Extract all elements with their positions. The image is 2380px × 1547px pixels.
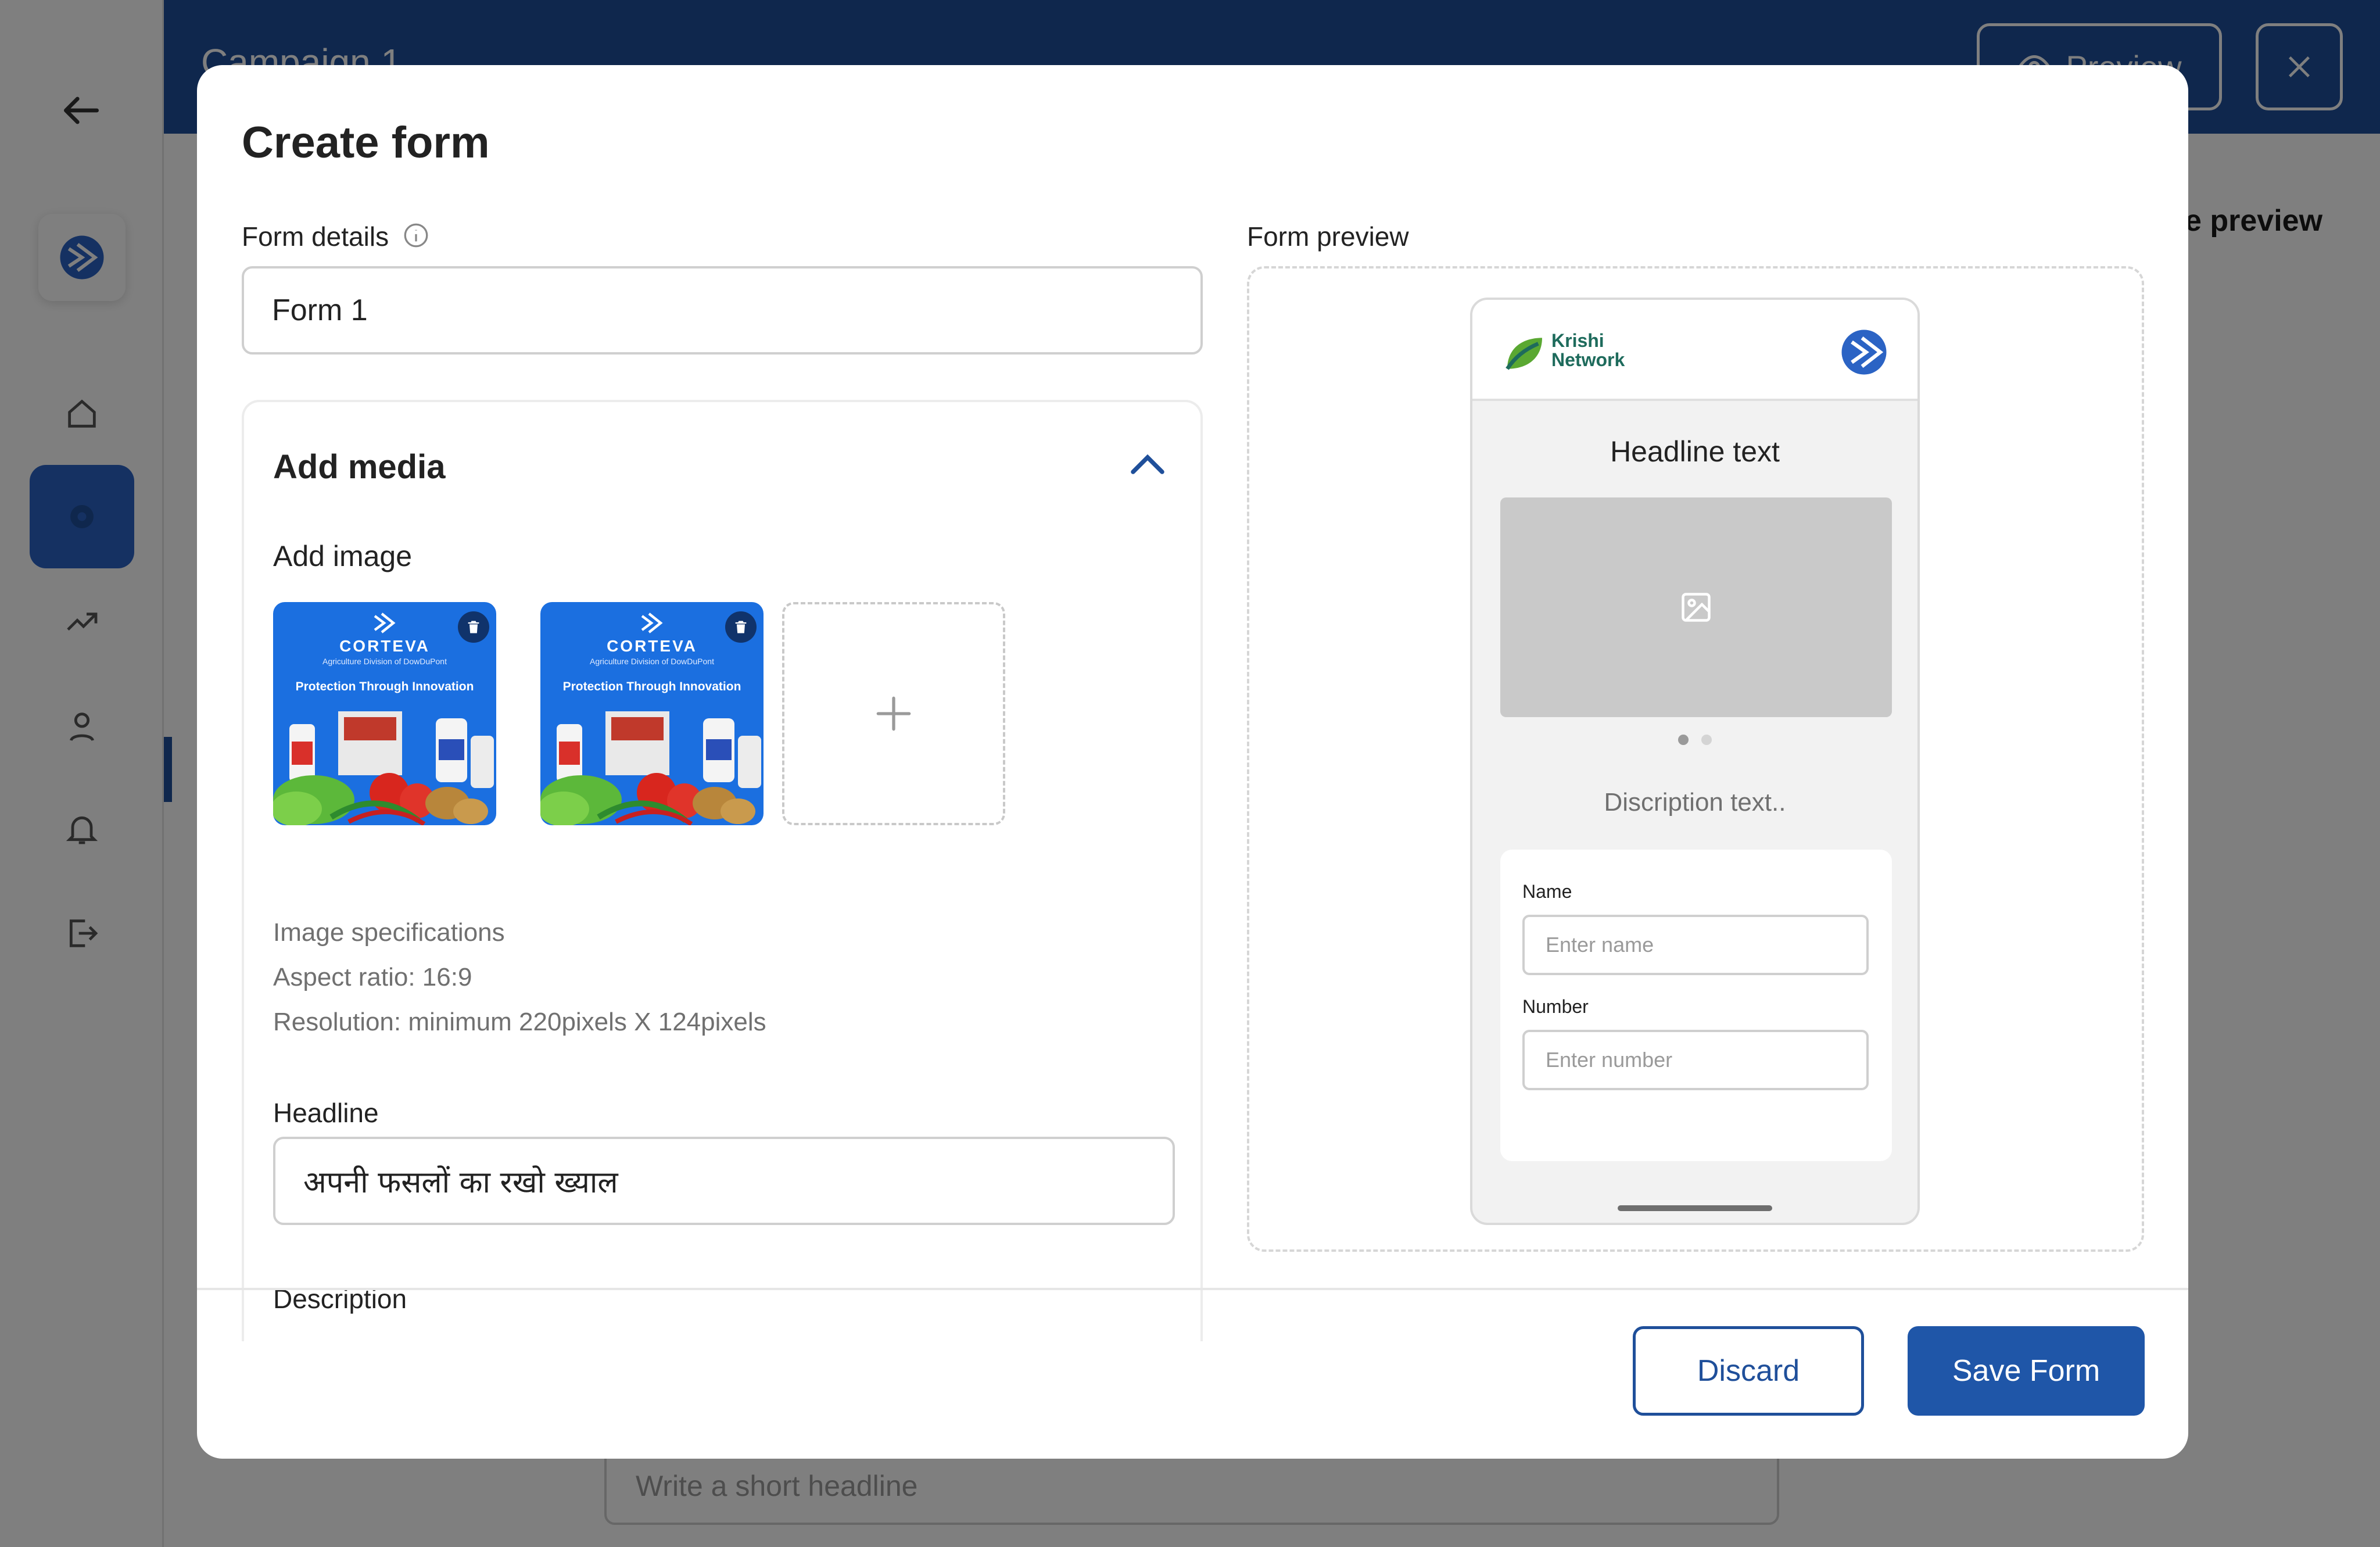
footer-divider	[197, 1288, 2188, 1290]
brand-line-1: Krishi	[1551, 330, 1604, 351]
product-vegetables-illustration	[273, 711, 494, 825]
carousel-dot-active[interactable]	[1678, 735, 1689, 745]
corteva-logo-icon	[641, 613, 663, 633]
plus-icon	[876, 696, 911, 731]
modal-title: Create form	[242, 118, 490, 167]
phone-home-indicator	[1618, 1205, 1772, 1211]
trash-icon	[468, 621, 479, 633]
corteva-logo-icon	[374, 613, 396, 633]
thumbnail-division: Agriculture Division of DowDuPont	[322, 657, 447, 666]
chevron-up-icon[interactable]	[1127, 449, 1168, 478]
krishi-leaf-icon	[1506, 338, 1542, 370]
trash-icon	[735, 621, 747, 633]
delete-image-button[interactable]	[458, 611, 489, 643]
preview-name-label: Name	[1522, 881, 1572, 902]
image-spec-title: Image specifications	[273, 918, 505, 947]
preview-form: Name Enter name Number Enter number	[1500, 850, 1892, 1161]
thumbnail-tagline: Protection Through Innovation	[562, 680, 741, 693]
krishi-network-brand: Krishi Network	[1551, 331, 1625, 370]
save-form-button[interactable]: Save Form	[1908, 1326, 2145, 1416]
thumbnail-tagline: Protection Through Innovation	[295, 680, 474, 693]
form-preview-label: Form preview	[1247, 221, 1409, 252]
preview-number-label: Number	[1522, 996, 1589, 1017]
add-image-label: Add image	[273, 540, 413, 572]
image-thumbnail[interactable]: CORTEVA Agriculture Division of DowDuPon…	[540, 602, 764, 825]
form-name-input[interactable]: Form 1	[242, 266, 1203, 354]
headline-label: Headline	[273, 1098, 379, 1128]
add-media-title: Add media	[273, 448, 446, 486]
discard-button[interactable]: Discard	[1633, 1326, 1864, 1416]
image-icon	[1682, 593, 1711, 622]
phone-preview: Krishi Network Headline text Discription…	[1470, 298, 1920, 1225]
form-preview-area: Krishi Network Headline text Discription…	[1247, 266, 2144, 1252]
image-spec-aspect: Aspect ratio: 16:9	[273, 963, 472, 991]
preview-description: Discription text..	[1604, 788, 1786, 817]
info-icon[interactable]	[402, 221, 431, 250]
phone-header: Krishi Network	[1472, 300, 1917, 401]
add-image-button[interactable]	[782, 602, 1005, 825]
thumbnail-division: Agriculture Division of DowDuPont	[590, 657, 714, 666]
create-form-modal: Create form Form details Form 1 Add medi…	[197, 65, 2188, 1459]
headline-input[interactable]: अपनी फसलों का रखो ख्याल	[273, 1137, 1175, 1225]
form-details-label: Form details	[242, 221, 389, 252]
preview-headline: Headline text	[1610, 435, 1780, 468]
product-vegetables-illustration	[540, 711, 761, 825]
thumbnail-brand: CORTEVA	[339, 637, 430, 655]
carousel-dots	[1472, 735, 1917, 745]
image-spec-resolution: Resolution: minimum 220pixels X 124pixel…	[273, 1008, 766, 1036]
preview-image-placeholder	[1500, 497, 1892, 717]
preview-number-input[interactable]: Enter number	[1522, 1030, 1869, 1090]
brand-line-2: Network	[1551, 349, 1625, 370]
thumbnail-brand: CORTEVA	[607, 637, 697, 655]
brand-logo-icon	[1841, 330, 1887, 375]
add-media-card: Add media Add image CORTEVA Agriculture …	[242, 400, 1203, 1341]
preview-name-input[interactable]: Enter name	[1522, 915, 1869, 975]
image-thumbnail[interactable]: CORTEVA Agriculture Division of DowDuPon…	[273, 602, 496, 825]
carousel-dot[interactable]	[1701, 735, 1712, 745]
delete-image-button[interactable]	[725, 611, 757, 643]
